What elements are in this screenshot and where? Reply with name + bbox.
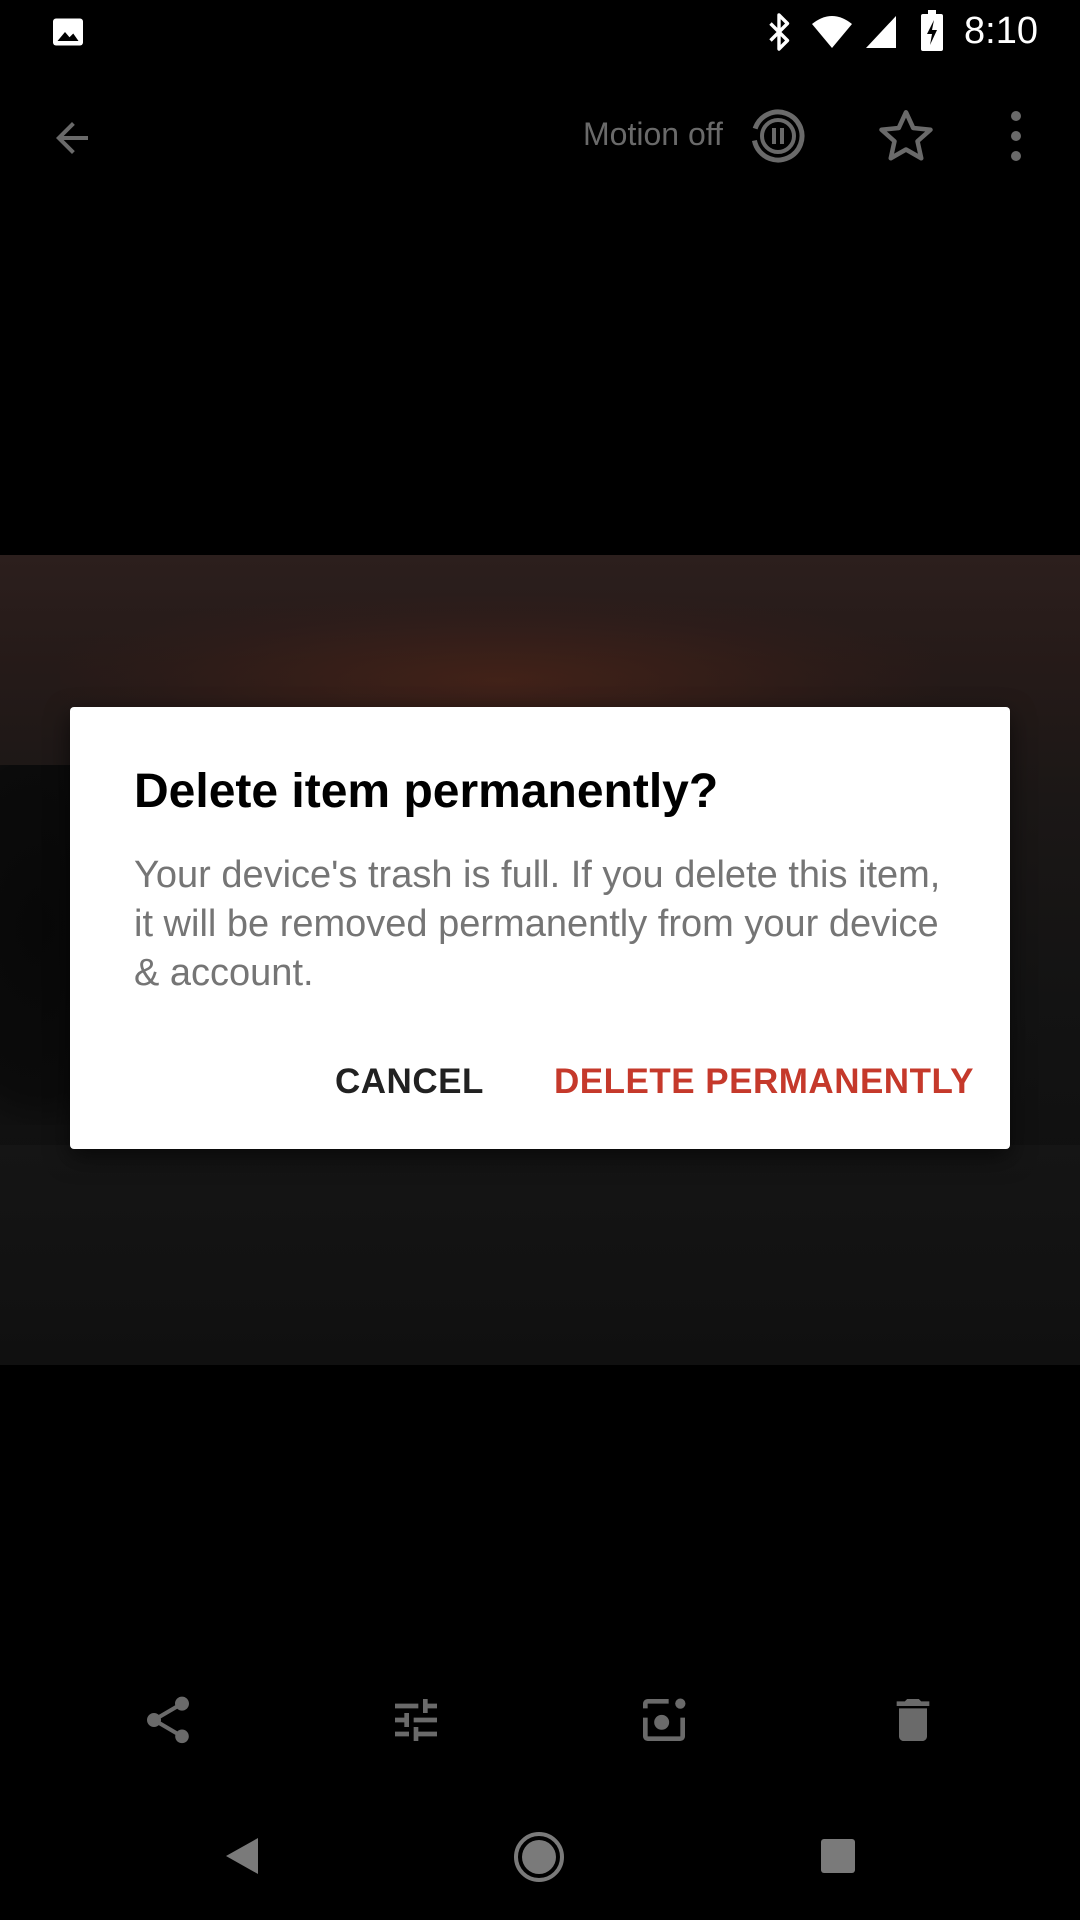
cancel-button[interactable]: CANCEL — [321, 1045, 498, 1119]
delete-permanently-button[interactable]: DELETE PERMANENTLY — [540, 1045, 988, 1119]
nav-recents-icon[interactable] — [818, 1836, 858, 1876]
star-icon[interactable] — [876, 106, 936, 166]
lens-icon[interactable] — [636, 1692, 692, 1748]
motion-toggle-icon[interactable] — [748, 106, 808, 166]
trash-icon[interactable] — [885, 1692, 941, 1748]
status-bar: 8:10 — [0, 0, 1080, 66]
share-icon[interactable] — [140, 1692, 196, 1748]
more-vert-icon[interactable] — [1000, 108, 1032, 164]
nav-back-icon[interactable] — [218, 1832, 266, 1880]
nav-home-icon[interactable] — [512, 1830, 566, 1884]
wifi-icon — [812, 16, 852, 48]
system-nav-bar — [0, 1800, 1080, 1920]
edit-adjust-icon[interactable] — [388, 1692, 444, 1748]
shoreline — [0, 1145, 1080, 1365]
image-notification-icon — [53, 18, 83, 46]
top-app-bar: Motion off — [0, 66, 1080, 206]
dialog-title: Delete item permanently? — [134, 765, 719, 818]
dialog-message: Your device's trash is full. If you dele… — [134, 854, 941, 994]
delete-dialog: Delete item permanently? Your device's t… — [70, 707, 1010, 1149]
cell-signal-icon — [866, 16, 896, 48]
battery-charging-icon — [921, 10, 943, 51]
photo-action-bar — [0, 1670, 1080, 1770]
status-time: 8:10 — [964, 10, 1038, 52]
bluetooth-icon — [769, 13, 790, 51]
back-arrow-icon[interactable] — [48, 114, 96, 162]
motion-status-label[interactable]: Motion off — [583, 116, 723, 153]
